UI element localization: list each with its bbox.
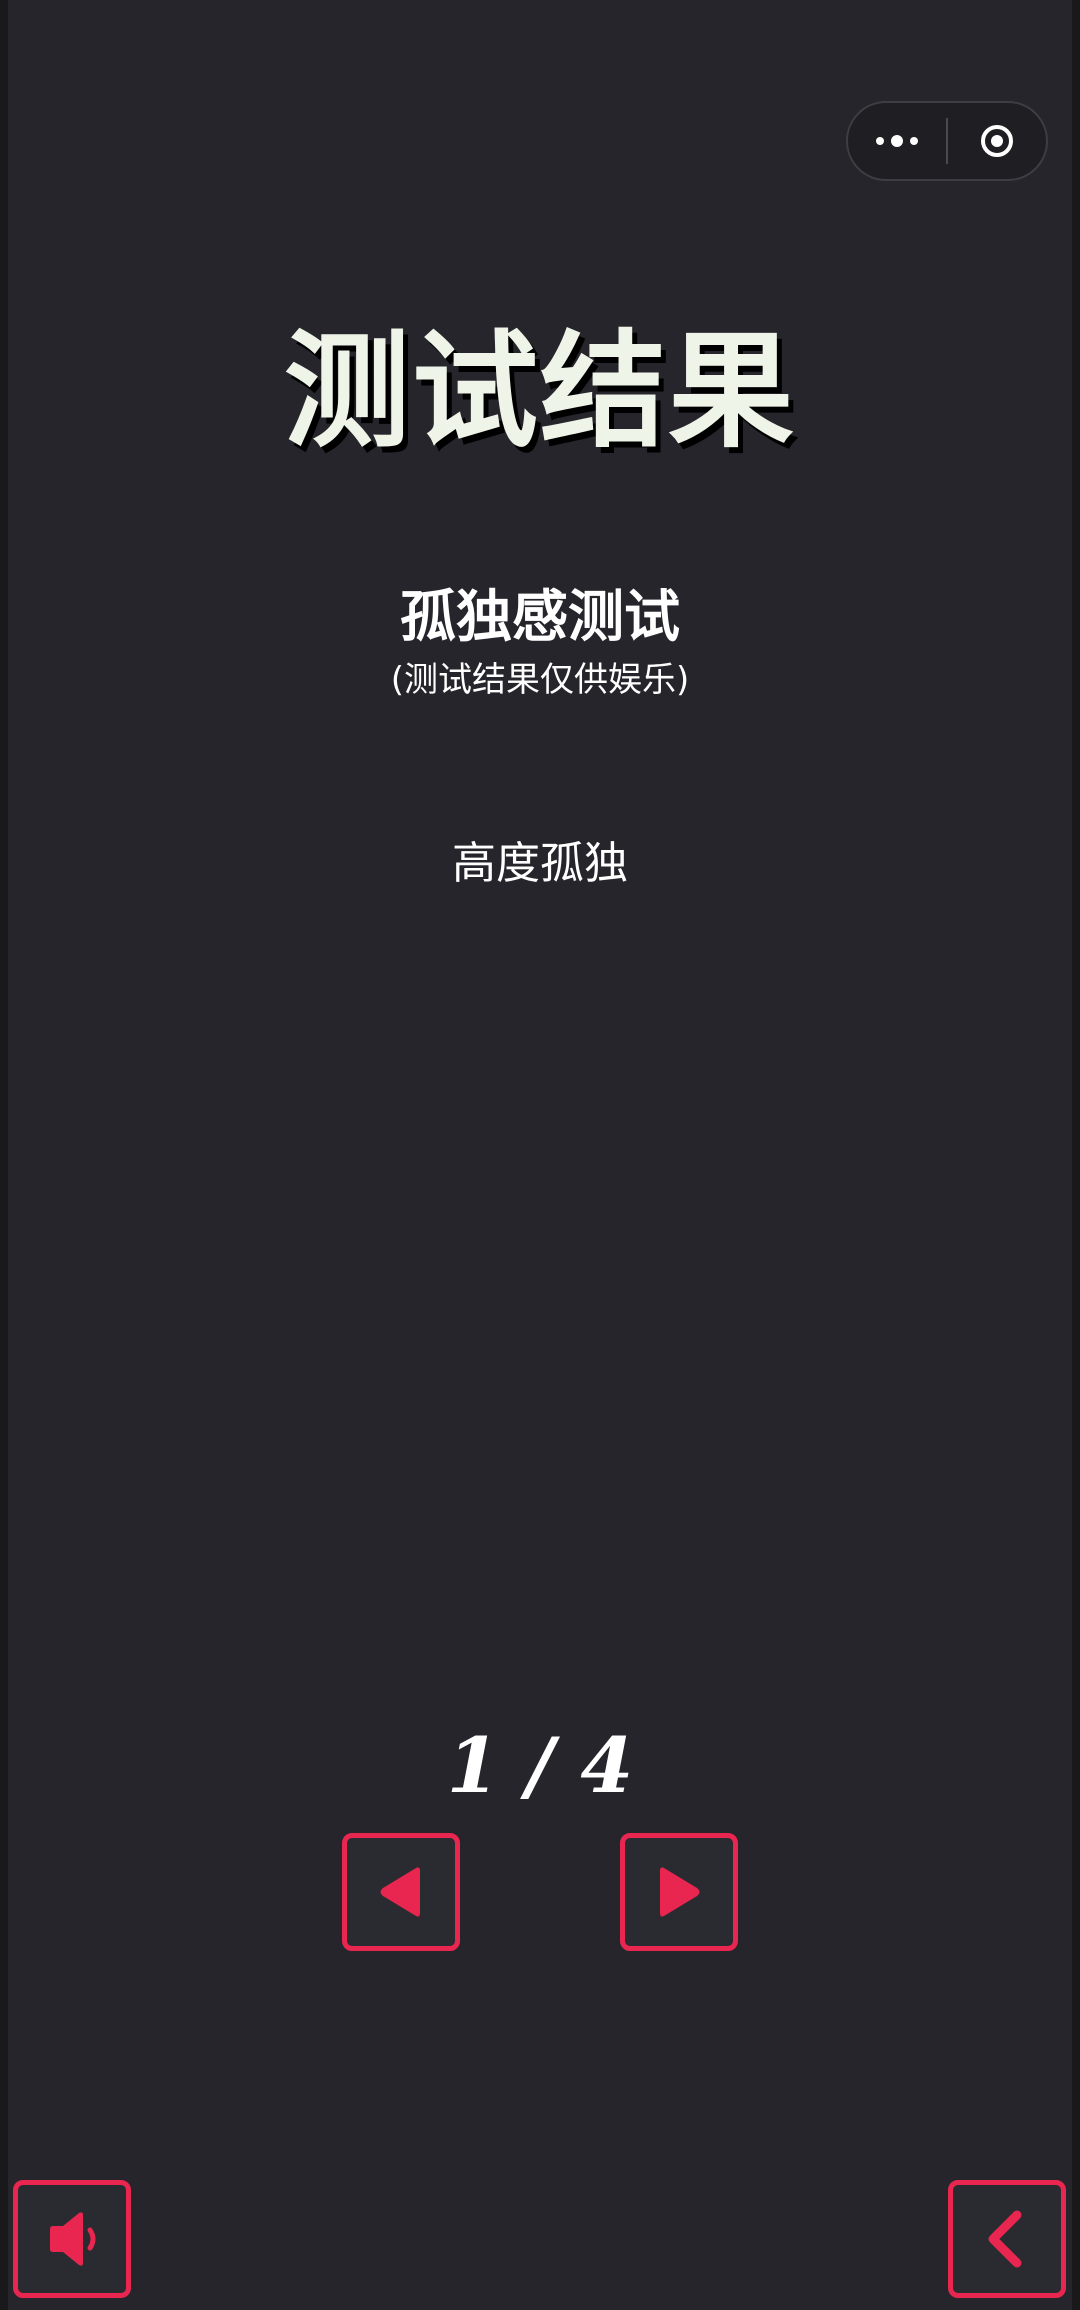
sound-toggle-button[interactable] xyxy=(13,2180,131,2298)
close-button[interactable] xyxy=(948,103,1046,179)
page-indicator: 1 / 4 xyxy=(446,1721,634,1810)
more-dots-icon xyxy=(876,135,918,147)
prev-page-button[interactable] xyxy=(342,1833,460,1951)
triangle-right-icon xyxy=(660,1867,700,1917)
disclaimer-text: (测试结果仅供娱乐) xyxy=(390,660,690,700)
page-title: 测试结果 xyxy=(284,318,796,465)
test-name: 孤独感测试 xyxy=(400,585,680,650)
more-button[interactable] xyxy=(848,103,946,179)
result-text: 高度孤独 xyxy=(452,838,628,889)
speaker-icon xyxy=(50,2212,96,2266)
triangle-left-icon xyxy=(380,1867,420,1917)
back-button[interactable] xyxy=(948,2180,1066,2298)
target-circle-icon xyxy=(981,125,1013,157)
chevron-left-icon xyxy=(988,2210,1022,2268)
next-page-button[interactable] xyxy=(620,1833,738,1951)
miniprogram-capsule xyxy=(846,101,1048,181)
